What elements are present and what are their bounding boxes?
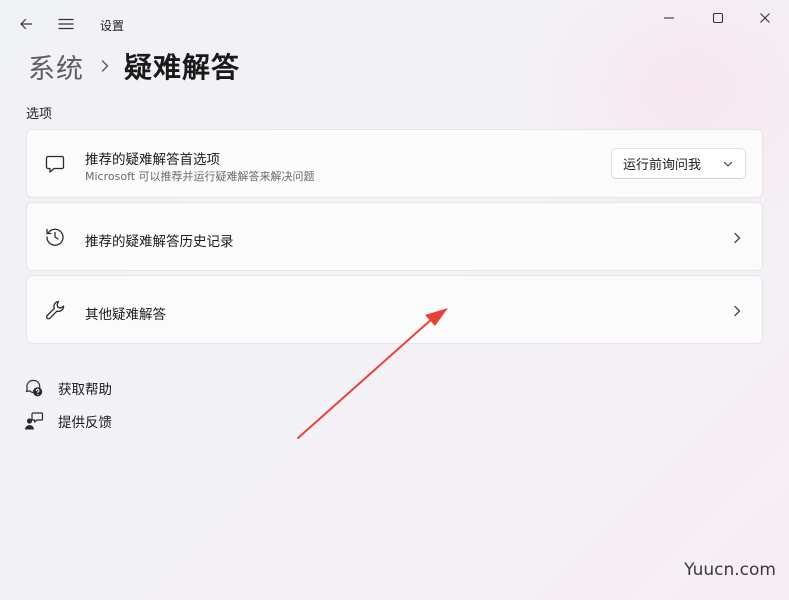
- maximize-button[interactable]: [704, 4, 732, 32]
- chevron-right-icon: [730, 303, 744, 317]
- troubleshoot-preference-dropdown[interactable]: 运行前询问我: [611, 148, 746, 179]
- card-title: 推荐的疑难解答历史记录: [85, 234, 234, 250]
- maximize-icon: [712, 12, 724, 24]
- watermark: Yuucn.com: [684, 560, 776, 580]
- app-title: 设置: [100, 19, 125, 33]
- get-help-link[interactable]: 获取帮助: [24, 377, 112, 399]
- card-troubleshooting-history[interactable]: 推荐的疑难解答历史记录: [26, 202, 763, 271]
- chevron-right-icon: [730, 230, 744, 244]
- settings-window: 设置 系统 疑难解答 选项 推荐的疑难解答首选项 Microsoft 可以推荐并…: [0, 0, 789, 600]
- card-title: 其他疑难解答: [85, 307, 166, 323]
- card-description: Microsoft 可以推荐并运行疑难解答来解决问题: [85, 170, 315, 183]
- history-icon: [44, 226, 66, 248]
- page-title: 疑难解答: [124, 51, 241, 84]
- give-feedback-link[interactable]: 提供反馈: [24, 410, 112, 432]
- title-bar: 设置: [0, 0, 789, 46]
- close-button[interactable]: [751, 4, 779, 32]
- close-icon: [760, 13, 770, 23]
- card-recommended-preferences: 推荐的疑难解答首选项 Microsoft 可以推荐并运行疑难解答来解决问题 运行…: [26, 129, 763, 198]
- navigation-menu-button[interactable]: [52, 10, 80, 38]
- breadcrumb: 系统 疑难解答: [28, 46, 240, 86]
- chevron-right-icon: [101, 60, 109, 72]
- section-label-options: 选项: [26, 107, 53, 122]
- help-icon: [24, 378, 44, 398]
- give-feedback-label: 提供反馈: [58, 415, 112, 431]
- dropdown-selected-value: 运行前询问我: [623, 158, 702, 173]
- card-other-troubleshooters[interactable]: 其他疑难解答: [26, 275, 763, 344]
- chevron-down-icon: [722, 158, 734, 170]
- get-help-label: 获取帮助: [58, 382, 112, 398]
- minimize-icon: [664, 17, 674, 19]
- chat-icon: [44, 153, 66, 175]
- card-title: 推荐的疑难解答首选项: [85, 152, 220, 168]
- breadcrumb-parent-system[interactable]: 系统: [28, 47, 84, 86]
- back-arrow-icon: [20, 18, 33, 30]
- back-button[interactable]: [12, 10, 40, 38]
- breadcrumb-separator: [100, 59, 110, 73]
- hamburger-menu-icon: [58, 18, 74, 30]
- wrench-icon: [44, 299, 66, 321]
- minimize-button[interactable]: [655, 4, 683, 32]
- feedback-icon: [24, 411, 44, 431]
